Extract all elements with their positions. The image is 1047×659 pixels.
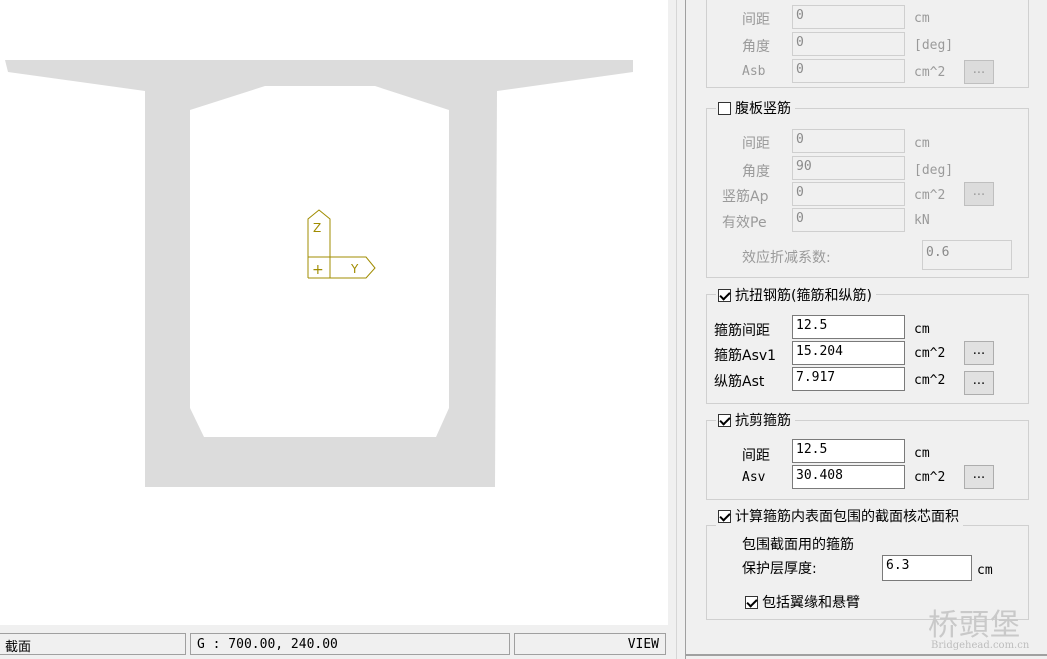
web-vertical-title[interactable]: 腹板竖筋: [716, 98, 795, 118]
label-shear-asv: Asv: [742, 470, 766, 485]
label-angle-top: 角度: [742, 39, 770, 55]
input-shear-spacing[interactable]: 12.5: [792, 439, 905, 463]
section-canvas[interactable]: Z Y +: [0, 0, 668, 625]
unit-web-angle: [deg]: [914, 163, 954, 178]
torsion-checkbox[interactable]: [718, 289, 731, 302]
shear-title[interactable]: 抗剪箍筋: [716, 410, 795, 430]
status-pane-left: 截面: [0, 633, 186, 655]
label-asb: Asb: [742, 64, 766, 79]
torsion-title-text: 抗扭钢筋(箍筋和纵筋): [735, 288, 872, 304]
unit-angle-top: [deg]: [914, 38, 954, 53]
label-enclosing-stirrup: 包围截面用的箍筋: [742, 537, 854, 553]
input-web-spacing[interactable]: 0: [792, 129, 905, 153]
status-left-text: 截面: [5, 640, 32, 655]
label-stirrup-asv1: 箍筋Asv1: [714, 348, 777, 364]
watermark-url: Bridgehead.com.cn: [931, 640, 1030, 651]
input-longitudinal-ast[interactable]: 7.917: [792, 367, 905, 391]
status-pane-coords: G : 700.00, 240.00: [190, 633, 510, 655]
unit-shear-asv: cm^2: [914, 470, 946, 485]
input-web-ap[interactable]: 0: [792, 182, 905, 206]
torsion-title[interactable]: 抗扭钢筋(箍筋和纵筋): [716, 285, 876, 305]
unit-stirrup-asv1: cm^2: [914, 346, 946, 361]
asv1-browse-button[interactable]: ...: [964, 341, 994, 365]
web-ap-browse-button[interactable]: ...: [964, 182, 994, 206]
status-bar: 截面 G : 700.00, 240.00 VIEW: [0, 629, 668, 659]
core-title[interactable]: 计算箍筋内表面包围的截面核芯面积: [716, 506, 963, 526]
label-cover-thickness: 保护层厚度:: [742, 561, 817, 577]
status-view-text: VIEW: [627, 637, 659, 652]
unit-spacing-top: cm: [914, 11, 930, 26]
z-axis-label: Z: [313, 221, 321, 235]
unit-web-pe: kN: [914, 213, 930, 228]
unit-stirrup-spacing: cm: [914, 322, 930, 337]
input-reduction-factor[interactable]: 0.6: [922, 240, 1012, 270]
core-checkbox[interactable]: [718, 510, 731, 523]
include-flange-checkbox[interactable]: [745, 596, 758, 609]
shear-title-text: 抗剪箍筋: [735, 413, 791, 429]
input-asb[interactable]: 0: [792, 59, 905, 83]
unit-asb: cm^2: [914, 65, 946, 80]
label-web-angle: 角度: [742, 164, 770, 180]
status-pane-view: VIEW: [514, 633, 666, 655]
label-web-spacing: 间距: [742, 136, 770, 152]
status-coords-text: G : 700.00, 240.00: [197, 637, 338, 652]
input-spacing-top[interactable]: 0: [792, 5, 905, 29]
ast-browse-button[interactable]: ...: [964, 371, 994, 395]
label-web-pe: 有效Pe: [722, 215, 767, 231]
web-vertical-checkbox[interactable]: [718, 102, 731, 115]
watermark-logo: 桥頭堡 Bridgehead.com.cn: [928, 600, 1047, 658]
input-cover-thickness[interactable]: 6.3: [882, 555, 972, 581]
origin-mark: +: [312, 262, 324, 278]
label-spacing-top: 间距: [742, 12, 770, 28]
label-shear-spacing: 间距: [742, 448, 770, 464]
web-vertical-title-text: 腹板竖筋: [735, 101, 791, 117]
input-stirrup-asv1[interactable]: 15.204: [792, 341, 905, 365]
include-flange-label: 包括翼缘和悬臂: [762, 595, 860, 611]
input-angle-top[interactable]: 0: [792, 32, 905, 56]
label-reduction-factor: 效应折减系数:: [742, 250, 831, 266]
y-axis-label: Y: [350, 262, 359, 276]
unit-cover-thickness: cm: [977, 563, 993, 578]
input-stirrup-spacing[interactable]: 12.5: [792, 315, 905, 339]
unit-web-spacing: cm: [914, 136, 930, 151]
label-web-ap: 竖筋Ap: [722, 189, 769, 205]
shear-asv-browse-button[interactable]: ...: [964, 465, 994, 489]
unit-shear-spacing: cm: [914, 446, 930, 461]
unit-web-ap: cm^2: [914, 188, 946, 203]
input-web-pe[interactable]: 0: [792, 208, 905, 232]
unit-longitudinal-ast: cm^2: [914, 373, 946, 388]
input-shear-asv[interactable]: 30.408: [792, 465, 905, 489]
label-stirrup-spacing: 箍筋间距: [714, 323, 770, 339]
shear-checkbox[interactable]: [718, 414, 731, 427]
panel-splitter[interactable]: [676, 0, 686, 659]
label-longitudinal-ast: 纵筋Ast: [714, 374, 765, 390]
core-title-text: 计算箍筋内表面包围的截面核芯面积: [735, 509, 959, 525]
asb-browse-button[interactable]: ...: [964, 60, 994, 84]
section-drawing: Z Y +: [5, 60, 633, 487]
include-flange-option[interactable]: 包括翼缘和悬臂: [745, 592, 860, 612]
watermark-title: 桥頭堡: [928, 608, 1021, 643]
input-web-angle[interactable]: 90: [792, 156, 905, 180]
